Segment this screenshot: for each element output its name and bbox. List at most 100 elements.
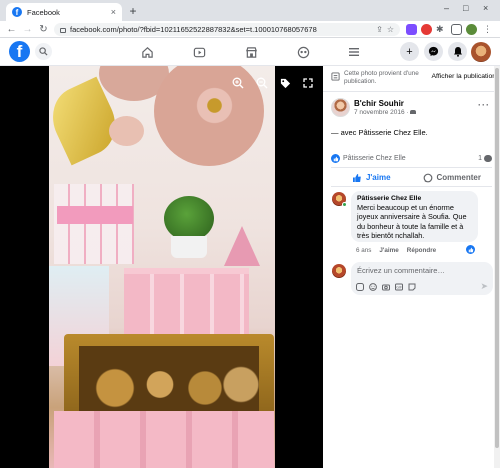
fullscreen-icon[interactable] xyxy=(299,74,317,92)
comment-composer: GIF ➤ xyxy=(351,262,493,295)
messenger-icon[interactable] xyxy=(424,42,443,61)
create-icon[interactable]: + xyxy=(400,42,419,61)
tag-icon[interactable] xyxy=(276,74,294,92)
bottles-shape xyxy=(54,184,134,264)
pink-decoration-shape xyxy=(224,226,260,266)
account-avatar[interactable] xyxy=(471,42,491,62)
marketplace-icon[interactable] xyxy=(243,44,259,60)
publication-notice-text: Cette photo provient d'une publication. xyxy=(344,70,419,85)
search-icon[interactable] xyxy=(35,43,52,60)
like-reaction-icon[interactable] xyxy=(331,154,340,163)
gif-icon[interactable]: GIF xyxy=(394,282,403,291)
composer-tools: GIF xyxy=(355,282,416,291)
browser-tab[interactable]: f Facebook × xyxy=(6,3,122,21)
forward-icon[interactable]: → xyxy=(21,23,34,36)
commenter-avatar[interactable] xyxy=(332,192,347,207)
browser-tab-strip: f Facebook × + – □ × xyxy=(0,0,500,21)
home-icon[interactable] xyxy=(139,44,155,60)
pink-letters-shape xyxy=(54,411,274,468)
comment-input[interactable] xyxy=(357,266,487,275)
send-icon[interactable]: ➤ xyxy=(480,281,488,292)
plant-pot-shape xyxy=(171,236,207,258)
photo-details-panel: Cette photo provient d'une publication. … xyxy=(323,66,500,468)
menu-icon[interactable] xyxy=(346,44,362,60)
tab-title: Facebook xyxy=(27,7,60,17)
publication-icon xyxy=(331,72,340,81)
comment-text: Merci beaucoup et un énorme joyeux anniv… xyxy=(357,203,467,241)
comment-icon xyxy=(423,173,432,182)
extension-icon[interactable] xyxy=(421,24,432,35)
window-close-button[interactable]: × xyxy=(483,3,488,13)
emoji-icon[interactable] xyxy=(368,282,377,291)
reactions-bar: Pâtisserie Chez Elle 1 xyxy=(331,153,492,164)
thumbs-up-icon xyxy=(352,173,361,182)
paper-flower-shape xyxy=(109,116,144,146)
comment-bubble: Pâtisserie Chez Elle Merci beaucoup et u… xyxy=(351,191,478,242)
current-user-avatar[interactable] xyxy=(332,264,346,278)
like-button[interactable]: J'aime xyxy=(331,170,412,185)
watch-icon[interactable] xyxy=(191,44,207,60)
author-name[interactable]: B'chir Souhir xyxy=(354,99,404,108)
view-publication-link[interactable]: Afficher la publication xyxy=(432,73,496,80)
divider xyxy=(331,186,492,187)
post-actions: J'aime Commenter xyxy=(331,170,492,185)
comment-reply-link[interactable]: Répondre xyxy=(407,247,436,254)
address-bar[interactable]: facebook.com/photo/?fbid=102116525228878… xyxy=(54,23,400,36)
new-tab-button[interactable]: + xyxy=(126,4,140,18)
divider xyxy=(331,167,492,168)
facebook-logo-icon[interactable]: f xyxy=(9,41,30,62)
zoom-out-icon[interactable] xyxy=(253,74,271,92)
extension-icon[interactable] xyxy=(406,24,417,35)
divider xyxy=(323,91,500,92)
photo-viewer xyxy=(0,66,323,468)
comment-age[interactable]: 6 ans xyxy=(356,247,371,254)
back-icon[interactable]: ← xyxy=(5,23,18,36)
side-panel-icon[interactable] xyxy=(451,24,462,35)
topiary-plant-shape xyxy=(164,196,214,241)
avatar-sticker-icon[interactable] xyxy=(355,282,364,291)
commenter-name[interactable]: Pâtisserie Chez Elle xyxy=(357,195,472,202)
bottle-labels-shape xyxy=(57,206,133,224)
like-label: J'aime xyxy=(365,173,391,182)
reload-icon[interactable]: ↻ xyxy=(37,23,50,36)
online-status-dot xyxy=(342,202,347,207)
publication-notice: Cette photo provient d'une publication. … xyxy=(331,70,496,86)
scrollbar-thumb[interactable] xyxy=(495,68,499,448)
camera-icon[interactable] xyxy=(381,282,390,291)
page-scrollbar[interactable] xyxy=(494,66,500,468)
comment-button[interactable]: Commenter xyxy=(412,170,493,185)
comment-count-value[interactable]: 1 xyxy=(478,155,482,162)
svg-text:GIF: GIF xyxy=(396,285,402,289)
window-minimize-button[interactable]: – xyxy=(444,3,449,13)
post-date-text[interactable]: 7 novembre 2016 · xyxy=(354,109,409,116)
comment-label: Commenter xyxy=(436,173,481,182)
more-options-icon[interactable]: ··· xyxy=(478,100,490,110)
paper-flower-shape xyxy=(154,66,264,166)
extensions-puzzle-icon[interactable]: ✱ xyxy=(436,24,447,35)
zoom-in-icon[interactable] xyxy=(229,74,247,92)
notifications-bell-icon[interactable] xyxy=(448,42,467,61)
author-avatar[interactable] xyxy=(331,98,350,117)
photo-image xyxy=(49,66,275,468)
browser-menu-icon[interactable]: ⋮ xyxy=(482,24,493,35)
post-date[interactable]: 7 novembre 2016 · xyxy=(354,109,417,116)
comment-like-link[interactable]: J'aime xyxy=(379,247,398,254)
reaction-names[interactable]: Pâtisserie Chez Elle xyxy=(343,155,406,162)
lock-icon xyxy=(60,28,66,33)
profile-avatar-icon[interactable] xyxy=(466,24,477,35)
window-maximize-button[interactable]: □ xyxy=(463,3,468,13)
comment-meta: 6 ans J'aime Répondre xyxy=(356,247,436,254)
url-text[interactable]: facebook.com/photo/?fbid=102116525228878… xyxy=(70,25,372,34)
groups-icon[interactable] xyxy=(295,44,311,60)
sticker-icon[interactable] xyxy=(407,282,416,291)
cake-pops-shape xyxy=(79,346,259,416)
comment-bubble-icon xyxy=(484,155,492,162)
bookmark-star-icon[interactable]: ☆ xyxy=(387,25,394,34)
browser-toolbar: ← → ↻ facebook.com/photo/?fbid=102116525… xyxy=(0,21,500,38)
comment-count[interactable]: 1 xyxy=(478,155,492,162)
share-icon[interactable]: ⇪ xyxy=(376,25,383,34)
facebook-favicon-icon: f xyxy=(12,7,22,17)
comment-like-reaction-icon[interactable] xyxy=(465,244,476,255)
tab-close-icon[interactable]: × xyxy=(111,7,116,17)
pink-favor-boxes-shape xyxy=(124,268,249,338)
